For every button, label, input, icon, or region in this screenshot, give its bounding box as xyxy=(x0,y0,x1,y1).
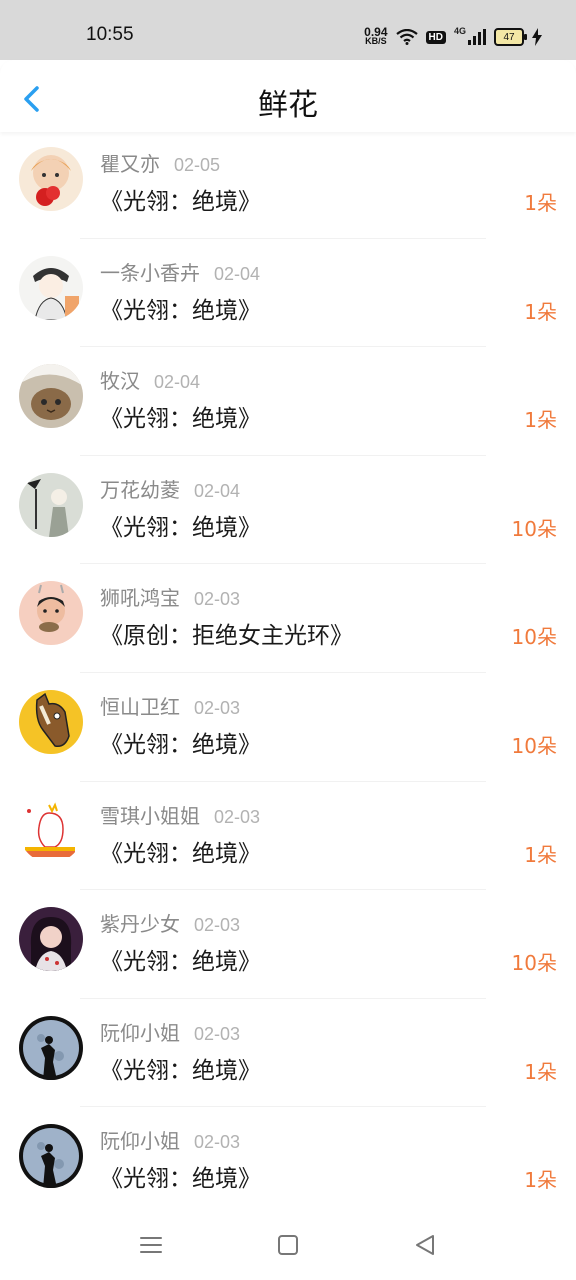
system-nav-bar xyxy=(0,1212,576,1280)
status-time: 10:55 xyxy=(86,24,134,45)
book-title: 《光翎：绝境》 xyxy=(100,840,261,867)
sender-name: 牧汉 xyxy=(100,369,140,394)
sender-name: 恒山卫红 xyxy=(100,694,180,719)
flower-count: 1朵 xyxy=(524,408,557,433)
flower-count: 1朵 xyxy=(524,842,557,867)
flower-list: 瞿又亦 02-05 《光翎：绝境》 1朵 一条小香卉 02-04 《光翎：绝境》 1… xyxy=(0,130,576,1216)
sender-line: 万花幼菱 02-04 xyxy=(100,474,240,503)
list-item[interactable]: 阮仰小姐 02-03 《光翎：绝境》 1朵 xyxy=(0,999,576,1108)
book-title: 《光翎：绝境》 xyxy=(100,297,261,324)
book-title: 《原创：拒绝女主光环》 xyxy=(100,623,353,650)
list-item[interactable]: 狮吼鸿宝 02-03 《原创：拒绝女主光环》 10朵 xyxy=(0,564,576,673)
page-title: 鲜花 xyxy=(258,88,318,123)
send-date: 02-04 xyxy=(154,372,201,393)
send-date: 02-05 xyxy=(174,155,221,175)
flower-count: 10朵 xyxy=(511,516,557,541)
net-speed: 0.94 KB/S xyxy=(364,25,388,46)
list-item[interactable]: 恒山卫红 02-03 《光翎：绝境》 10朵 xyxy=(0,673,576,782)
send-date: 02-04 xyxy=(194,480,241,501)
avatar[interactable] xyxy=(19,907,83,972)
list-item[interactable]: 瞿又亦 02-05 《光翎：绝境》 1朵 xyxy=(0,130,576,239)
book-title: 《光翎：绝境》 xyxy=(100,1166,261,1193)
nav-back-button[interactable] xyxy=(410,1230,440,1260)
avatar[interactable] xyxy=(19,364,83,429)
sender-name: 瞿又亦 xyxy=(100,152,160,176)
avatar[interactable] xyxy=(19,472,83,537)
network-type: 4G xyxy=(453,26,466,36)
sender-line: 阮仰小姐 02-03 xyxy=(100,1125,240,1154)
list-item[interactable]: 一条小香卉 02-04 《光翎：绝境》 1朵 xyxy=(0,239,576,348)
sender-name: 紫丹少女 xyxy=(100,912,180,937)
send-date: 02-03 xyxy=(194,589,241,610)
flower-count: 10朵 xyxy=(511,951,557,976)
menu-button[interactable] xyxy=(136,1230,166,1260)
header: 鲜花 xyxy=(0,60,576,132)
list-item[interactable]: 紫丹少女 02-03 《光翎：绝境》 10朵 xyxy=(0,890,576,999)
flower-count: 1朵 xyxy=(524,191,557,215)
list-item[interactable]: 万花幼菱 02-04 《光翎：绝境》 10朵 xyxy=(0,456,576,565)
flower-count: 1朵 xyxy=(524,1059,557,1084)
sender-line: 牧汉 02-04 xyxy=(100,365,200,394)
sender-name: 一条小香卉 xyxy=(100,260,200,285)
charging-icon xyxy=(532,28,542,46)
book-title: 《光翎：绝境》 xyxy=(100,1057,261,1084)
sender-line: 雪琪小姐姐 02-03 xyxy=(100,800,260,829)
sender-name: 阮仰小姐 xyxy=(100,1129,180,1154)
sender-line: 恒山卫红 02-03 xyxy=(100,691,240,720)
sender-name: 阮仰小姐 xyxy=(100,1020,180,1045)
menu-icon xyxy=(140,1237,162,1253)
book-title: 《光翎：绝境》 xyxy=(100,514,261,541)
flower-count: 1朵 xyxy=(524,299,557,324)
list-item[interactable]: 牧汉 02-04 《光翎：绝境》 1朵 xyxy=(0,347,576,456)
list-item[interactable]: 雪琪小姐姐 02-03 《光翎：绝境》 1朵 xyxy=(0,782,576,891)
avatar[interactable] xyxy=(19,255,83,320)
signal-icon xyxy=(468,29,486,45)
avatar[interactable] xyxy=(19,798,83,863)
book-title: 《光翎：绝境》 xyxy=(100,949,261,976)
wifi-icon xyxy=(395,29,418,45)
send-date: 02-03 xyxy=(194,915,241,936)
sender-line: 阮仰小姐 02-03 xyxy=(100,1017,240,1046)
book-title: 《光翎：绝境》 xyxy=(100,189,261,215)
sender-name: 万花幼菱 xyxy=(100,477,180,502)
avatar[interactable] xyxy=(19,689,83,754)
flower-count: 10朵 xyxy=(511,733,557,758)
hd-badge: HD xyxy=(425,30,446,44)
sender-line: 狮吼鸿宝 02-03 xyxy=(100,582,240,611)
battery-icon: 47 xyxy=(494,28,527,46)
sender-name: 雪琪小姐姐 xyxy=(100,803,200,828)
sender-line: 一条小香卉 02-04 xyxy=(100,257,260,286)
avatar[interactable] xyxy=(19,1015,83,1080)
sender-line: 瞿又亦 02-05 xyxy=(100,148,220,177)
back-triangle-icon xyxy=(416,1235,434,1255)
flower-count: 10朵 xyxy=(511,625,557,650)
send-date: 02-04 xyxy=(214,263,261,284)
book-title: 《光翎：绝境》 xyxy=(100,406,261,433)
avatar[interactable] xyxy=(19,147,83,211)
home-square-icon xyxy=(278,1235,298,1255)
home-button[interactable] xyxy=(273,1230,303,1260)
sender-line: 紫丹少女 02-03 xyxy=(100,908,240,937)
send-date: 02-03 xyxy=(194,1132,241,1153)
status-bar: 10:55 0.94 KB/S HD 4G 47 xyxy=(0,0,576,60)
avatar[interactable] xyxy=(19,1124,83,1189)
flower-count: 1朵 xyxy=(524,1168,557,1193)
send-date: 02-03 xyxy=(194,697,241,718)
list-item[interactable]: 阮仰小姐 02-03 《光翎：绝境》 1朵 xyxy=(0,1107,576,1216)
send-date: 02-03 xyxy=(214,806,261,827)
sender-name: 狮吼鸿宝 xyxy=(100,586,180,611)
status-icons: 0.94 KB/S HD 4G 47 xyxy=(364,24,542,50)
avatar[interactable] xyxy=(19,581,83,646)
send-date: 02-03 xyxy=(194,1023,241,1044)
book-title: 《光翎：绝境》 xyxy=(100,731,261,758)
